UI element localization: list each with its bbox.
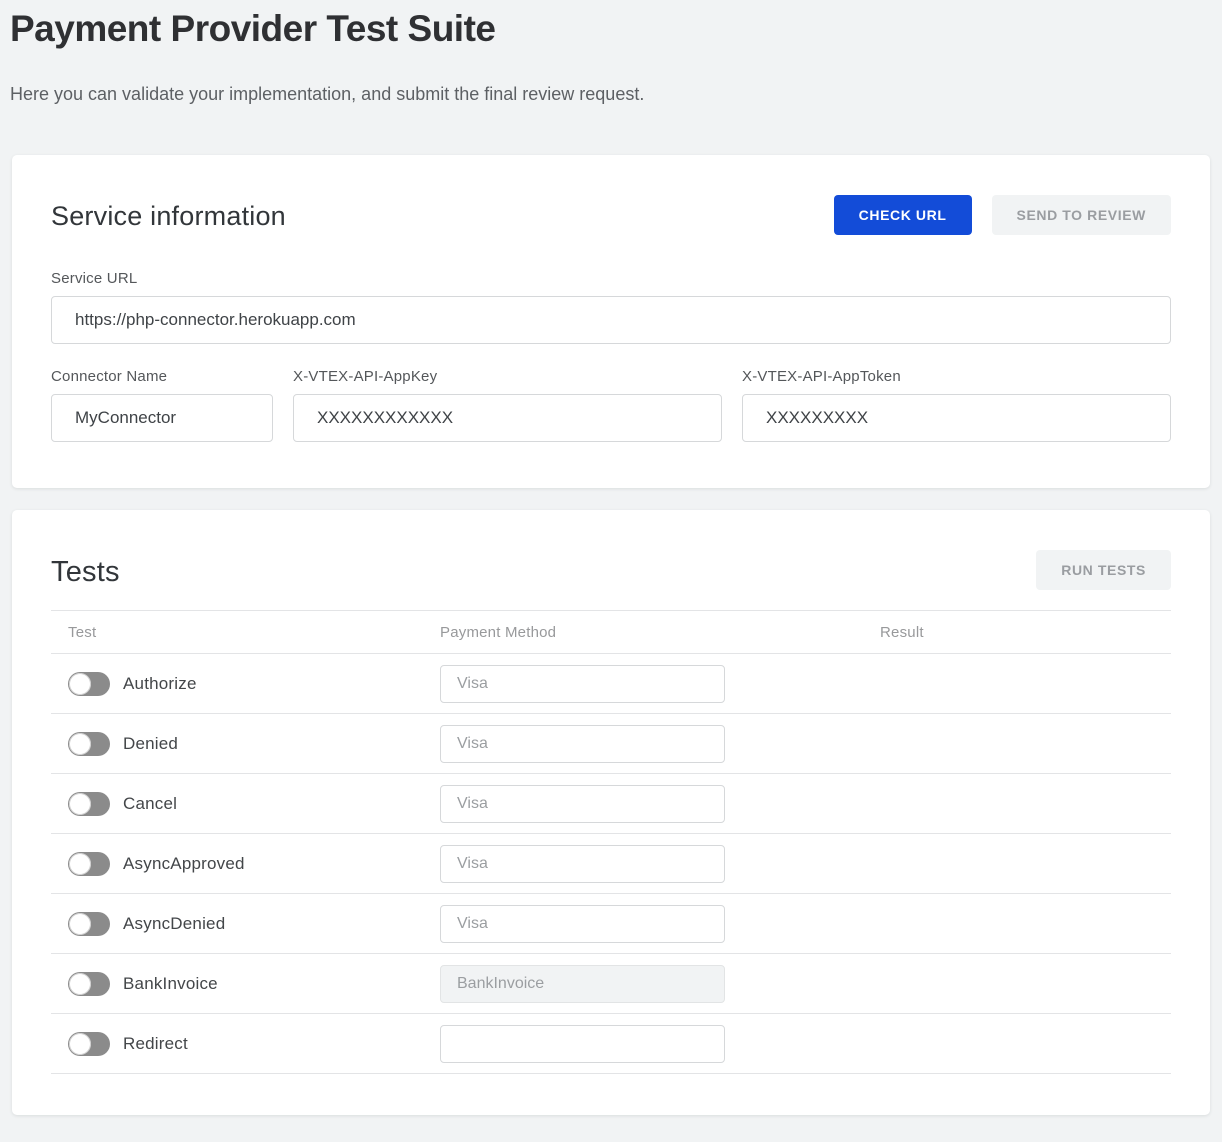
test-cell: Denied — [68, 732, 440, 756]
connector-name-field: Connector Name — [51, 368, 273, 442]
service-url-label: Service URL — [51, 270, 1171, 287]
column-header-payment-method: Payment Method — [440, 624, 880, 641]
test-toggle[interactable] — [68, 972, 110, 996]
toggle-knob-icon — [69, 673, 91, 695]
payment-method-cell — [440, 785, 880, 823]
table-row: AsyncApproved — [51, 834, 1171, 894]
payment-method-cell — [440, 965, 880, 1003]
page-title: Payment Provider Test Suite — [10, 8, 1210, 50]
test-cell: Authorize — [68, 672, 440, 696]
tests-table: Test Payment Method Result Authorize Den… — [51, 610, 1171, 1074]
payment-method-input[interactable] — [440, 905, 725, 943]
send-to-review-button[interactable]: SEND TO REVIEW — [992, 195, 1172, 235]
payment-method-input[interactable] — [440, 965, 725, 1003]
payment-method-cell — [440, 665, 880, 703]
payment-method-cell — [440, 725, 880, 763]
tests-heading: Tests — [51, 550, 120, 589]
check-url-button[interactable]: CHECK URL — [834, 195, 972, 235]
test-toggle[interactable] — [68, 732, 110, 756]
connector-name-label: Connector Name — [51, 368, 273, 385]
test-name-label: Authorize — [123, 674, 197, 694]
test-cell: AsyncApproved — [68, 852, 440, 876]
test-toggle[interactable] — [68, 912, 110, 936]
payment-method-cell — [440, 905, 880, 943]
test-cell: Redirect — [68, 1032, 440, 1056]
page-subtitle: Here you can validate your implementatio… — [10, 84, 1210, 105]
table-row: Redirect — [51, 1014, 1171, 1074]
column-header-test: Test — [68, 624, 440, 641]
app-key-field: X-VTEX-API-AppKey — [293, 368, 722, 442]
credentials-row: Connector Name X-VTEX-API-AppKey X-VTEX-… — [51, 368, 1171, 442]
tests-table-body: Authorize Denied Cancel AsyncApproved — [51, 654, 1171, 1074]
table-row: Cancel — [51, 774, 1171, 834]
test-cell: BankInvoice — [68, 972, 440, 996]
app-key-label: X-VTEX-API-AppKey — [293, 368, 722, 385]
table-row: Denied — [51, 714, 1171, 774]
test-name-label: Cancel — [123, 794, 177, 814]
service-buttons: CHECK URL SEND TO REVIEW — [834, 195, 1171, 235]
service-url-field: Service URL — [51, 270, 1171, 344]
test-name-label: BankInvoice — [123, 974, 218, 994]
table-row: BankInvoice — [51, 954, 1171, 1014]
service-information-heading: Service information — [51, 195, 286, 232]
test-name-label: Denied — [123, 734, 178, 754]
toggle-knob-icon — [69, 733, 91, 755]
column-header-result: Result — [880, 624, 1171, 641]
payment-method-input[interactable] — [440, 725, 725, 763]
test-toggle[interactable] — [68, 1032, 110, 1056]
test-cell: AsyncDenied — [68, 912, 440, 936]
app-token-input[interactable] — [742, 394, 1171, 442]
page: Payment Provider Test Suite Here you can… — [0, 0, 1222, 1115]
test-cell: Cancel — [68, 792, 440, 816]
service-card-header: Service information CHECK URL SEND TO RE… — [51, 195, 1171, 235]
app-token-field: X-VTEX-API-AppToken — [742, 368, 1171, 442]
test-name-label: AsyncApproved — [123, 854, 245, 874]
app-key-input[interactable] — [293, 394, 722, 442]
connector-name-input[interactable] — [51, 394, 273, 442]
toggle-knob-icon — [69, 853, 91, 875]
service-information-card: Service information CHECK URL SEND TO RE… — [12, 155, 1210, 488]
test-name-label: Redirect — [123, 1034, 188, 1054]
toggle-knob-icon — [69, 1033, 91, 1055]
payment-method-input[interactable] — [440, 665, 725, 703]
test-toggle[interactable] — [68, 672, 110, 696]
service-url-input[interactable] — [51, 296, 1171, 344]
toggle-knob-icon — [69, 793, 91, 815]
payment-method-input[interactable] — [440, 1025, 725, 1063]
toggle-knob-icon — [69, 973, 91, 995]
payment-method-input[interactable] — [440, 785, 725, 823]
payment-method-cell — [440, 845, 880, 883]
tests-card-header: Tests RUN TESTS — [51, 550, 1171, 590]
table-row: AsyncDenied — [51, 894, 1171, 954]
payment-method-input[interactable] — [440, 845, 725, 883]
test-name-label: AsyncDenied — [123, 914, 225, 934]
test-toggle[interactable] — [68, 792, 110, 816]
app-token-label: X-VTEX-API-AppToken — [742, 368, 1171, 385]
tests-table-header: Test Payment Method Result — [51, 610, 1171, 654]
table-row: Authorize — [51, 654, 1171, 714]
tests-card: Tests RUN TESTS Test Payment Method Resu… — [12, 510, 1210, 1115]
test-toggle[interactable] — [68, 852, 110, 876]
payment-method-cell — [440, 1025, 880, 1063]
run-tests-button[interactable]: RUN TESTS — [1036, 550, 1171, 590]
toggle-knob-icon — [69, 913, 91, 935]
